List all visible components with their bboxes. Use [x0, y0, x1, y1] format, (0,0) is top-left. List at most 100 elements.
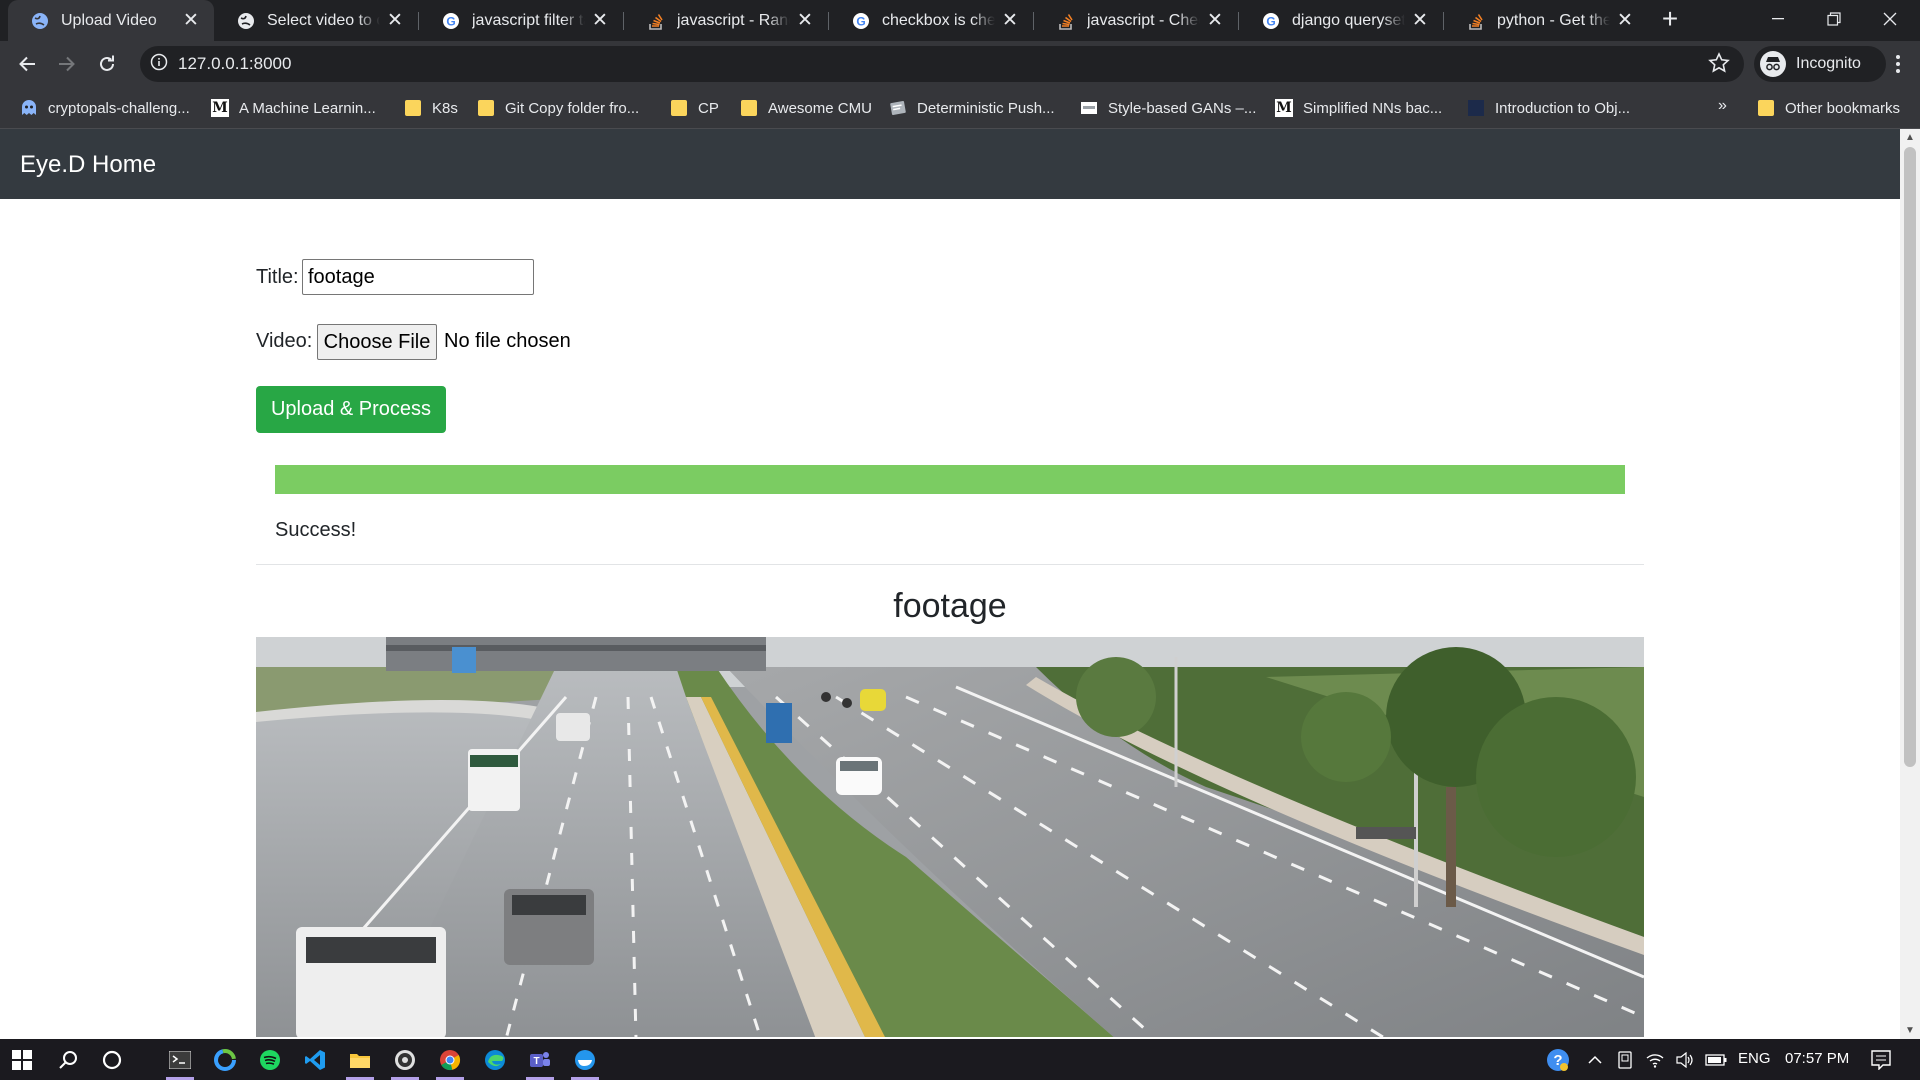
tab-strip: Upload Video ✕ Select video to cha ✕ G j… — [0, 0, 1920, 41]
address-bar[interactable]: 127.0.0.1:8000 — [140, 46, 1744, 82]
google-icon: G — [441, 11, 461, 31]
tab-title: javascript - Check — [1087, 11, 1200, 29]
bookmark-folder-k8s[interactable]: K8s — [404, 95, 458, 121]
notification-icon[interactable] — [1856, 1039, 1906, 1080]
svg-text:G: G — [856, 14, 865, 28]
vscode-icon[interactable] — [293, 1039, 337, 1080]
reload-icon[interactable] — [91, 48, 123, 80]
window-close-icon[interactable] — [1862, 0, 1918, 38]
svg-text:G: G — [446, 14, 455, 28]
tab-javascript-filter[interactable]: G javascript filter tab ✕ — [419, 0, 623, 41]
tab-select-video[interactable]: Select video to cha ✕ — [214, 0, 418, 41]
back-icon[interactable] — [11, 48, 43, 80]
globe-icon — [236, 11, 256, 31]
folder-icon — [740, 99, 758, 117]
folder-icon — [670, 99, 688, 117]
windows-taskbar: T ? ENG 07:57 PM — [0, 1039, 1920, 1080]
status-message: Success! — [275, 519, 357, 541]
close-icon[interactable]: ✕ — [386, 11, 404, 30]
bookmark-folder-awesome-cmu[interactable]: Awesome CMU — [740, 95, 872, 121]
page-viewport: Eye.D Home Title: Video: Choose File No … — [0, 129, 1900, 1039]
teams-icon[interactable]: T — [518, 1039, 562, 1080]
bookmarks-overflow-icon[interactable]: » — [1718, 97, 1727, 115]
spotify-icon[interactable] — [248, 1039, 292, 1080]
upload-process-button[interactable]: Upload & Process — [256, 386, 446, 433]
page-scrollbar[interactable]: ▲ ▼ — [1900, 129, 1920, 1039]
bookmark-simplified-nns[interactable]: M Simplified NNs bac... — [1275, 95, 1442, 121]
google-icon: G — [1261, 11, 1281, 31]
search-icon[interactable] — [46, 1039, 90, 1080]
new-tab-button[interactable]: + — [1656, 5, 1684, 34]
close-icon[interactable]: ✕ — [796, 11, 814, 30]
bookmark-star-icon[interactable] — [1708, 52, 1730, 79]
terminal-icon[interactable] — [158, 1039, 202, 1080]
cortana-icon[interactable] — [90, 1039, 134, 1080]
scroll-down-icon[interactable]: ▼ — [1905, 1025, 1915, 1036]
bookmark-other[interactable]: Other bookmarks — [1757, 95, 1900, 121]
minimize-icon[interactable] — [1750, 0, 1806, 38]
tab-checkbox-checked[interactable]: G checkbox is checke ✕ — [829, 0, 1033, 41]
tab-django-queryset[interactable]: G django queryset g ✕ — [1239, 0, 1443, 41]
info-icon[interactable] — [150, 53, 168, 76]
close-icon[interactable]: ✕ — [1411, 11, 1429, 30]
bookmark-folder-git[interactable]: Git Copy folder fro... — [477, 95, 639, 121]
windows-start-icon[interactable] — [0, 1039, 44, 1080]
chrome-icon[interactable] — [428, 1039, 472, 1080]
edge-beta-icon[interactable] — [203, 1039, 247, 1080]
google-icon: G — [851, 11, 871, 31]
tab-title: checkbox is checke — [882, 11, 995, 29]
forward-icon[interactable] — [51, 48, 83, 80]
incognito-badge[interactable]: Incognito — [1754, 46, 1886, 82]
obs-icon[interactable] — [383, 1039, 427, 1080]
volume-icon[interactable] — [1670, 1039, 1700, 1080]
battery-icon[interactable] — [1700, 1039, 1732, 1080]
video-player[interactable] — [256, 637, 1644, 1037]
close-icon[interactable]: ✕ — [591, 11, 609, 30]
tray-chevron-icon[interactable] — [1578, 1039, 1612, 1080]
title-input[interactable] — [302, 259, 534, 295]
url-text: 127.0.0.1:8000 — [178, 54, 292, 73]
medium-icon: M — [1275, 99, 1293, 117]
cryptopals-icon — [20, 99, 38, 117]
browser-toolbar: 127.0.0.1:8000 Incognito — [0, 41, 1920, 87]
stackoverflow-icon — [646, 11, 666, 31]
page-icon — [1467, 99, 1485, 117]
progress-fill — [275, 465, 1625, 494]
wifi-icon[interactable] — [1640, 1039, 1670, 1080]
menu-icon[interactable] — [1886, 51, 1910, 77]
tab-title: Upload Video — [61, 11, 157, 29]
globe-icon — [30, 11, 50, 31]
tab-title: django queryset g — [1292, 11, 1405, 29]
file-explorer-icon[interactable] — [338, 1039, 382, 1080]
tab-javascript-range[interactable]: javascript - Range ✕ — [624, 0, 828, 41]
bookmark-intro-obj[interactable]: Introduction to Obj... — [1467, 95, 1630, 121]
bookmark-folder-cp[interactable]: CP — [670, 95, 719, 121]
choose-file-button[interactable]: Choose File — [317, 324, 437, 360]
bookmark-style-based-gans[interactable]: Style-based GANs –... — [1080, 95, 1256, 121]
docker-icon[interactable] — [563, 1039, 607, 1080]
page-icon — [1080, 99, 1098, 117]
close-icon[interactable]: ✕ — [1616, 11, 1634, 30]
tab-python-get[interactable]: python - Get the la ✕ — [1444, 0, 1648, 41]
bookmarks-bar: cryptopals-challeng... M A Machine Learn… — [0, 87, 1920, 129]
tab-upload-video[interactable]: Upload Video ✕ — [8, 0, 214, 41]
restore-icon[interactable] — [1806, 0, 1862, 38]
close-icon[interactable]: ✕ — [1206, 11, 1224, 30]
tab-title: javascript filter tab — [472, 11, 585, 29]
scrollbar-thumb[interactable] — [1904, 147, 1916, 767]
folder-icon — [477, 99, 495, 117]
tablet-mode-icon[interactable] — [1610, 1039, 1640, 1080]
edge-icon[interactable] — [473, 1039, 517, 1080]
close-icon[interactable]: ✕ — [1001, 11, 1019, 30]
svg-text:T: T — [533, 1056, 539, 1067]
bookmark-machine-learning[interactable]: M A Machine Learnin... — [211, 95, 376, 121]
scroll-up-icon[interactable]: ▲ — [1905, 132, 1915, 143]
brand-link[interactable]: Eye.D Home — [20, 151, 156, 179]
close-icon[interactable]: ✕ — [182, 11, 200, 30]
bookmark-deterministic-push[interactable]: Deterministic Push... — [889, 95, 1055, 121]
clock[interactable]: 07:57 PM — [1785, 1050, 1849, 1067]
tab-javascript-check[interactable]: javascript - Check ✕ — [1034, 0, 1238, 41]
language-indicator[interactable]: ENG — [1738, 1050, 1771, 1067]
bookmark-cryptopals[interactable]: cryptopals-challeng... — [20, 95, 190, 121]
help-icon[interactable]: ? — [1538, 1039, 1578, 1080]
